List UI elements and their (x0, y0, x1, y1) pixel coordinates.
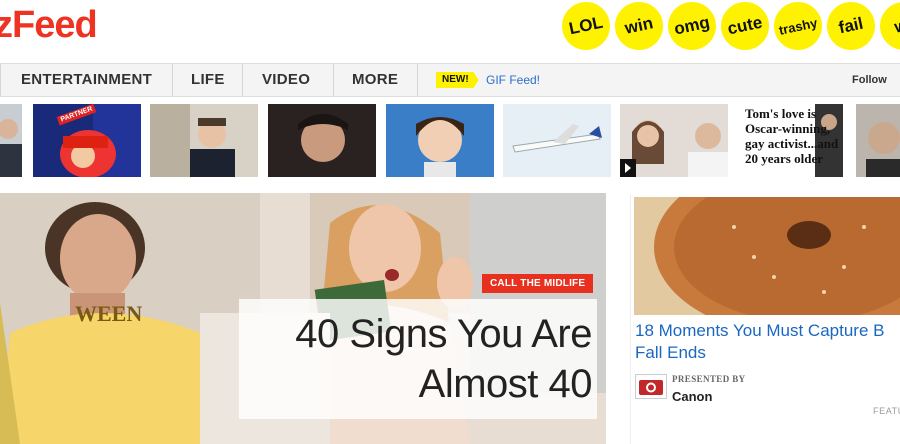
nav-item-life[interactable]: LIFE (191, 64, 225, 96)
nav-divider (417, 64, 418, 96)
sponsored-image[interactable] (634, 197, 900, 315)
site-header: zFeed LOL win omg cute trashy fail wt (0, 0, 900, 60)
donut-image (634, 197, 900, 315)
badge-cute[interactable]: cute (716, 0, 774, 55)
thumbnail-image (150, 104, 258, 177)
sponsored-title-line-1: 18 Moments You Must Capture B (635, 321, 885, 340)
badge-omg[interactable]: omg (663, 0, 721, 55)
thumbnail-8[interactable]: Tom's love is Oscar-winning, gay activis… (743, 104, 843, 177)
nav-item-video[interactable]: VIDEO (262, 64, 310, 96)
thumbnail-image (268, 104, 376, 177)
hero-title[interactable]: 40 Signs You Are Almost 40 (256, 309, 592, 409)
badge-lol[interactable]: LOL (557, 0, 615, 55)
nav-divider (242, 64, 243, 96)
thumbnail-image (386, 104, 494, 177)
shirt-text: WEEN (75, 301, 143, 326)
badge-trashy[interactable]: trashy (769, 0, 827, 55)
thumbnail-headline: Tom's love is Oscar-winning, gay activis… (745, 106, 839, 166)
sponsor-name[interactable]: Canon (672, 389, 712, 404)
thumbnail-strip: PARTNER Tom's love is Oscar-winning, gay… (0, 104, 900, 178)
thumbnail-image (620, 104, 728, 177)
nav-divider (0, 64, 1, 96)
new-badge: NEW! (436, 72, 479, 88)
nav-divider (172, 64, 173, 96)
reaction-badges: LOL win omg cute trashy fail wt (557, 0, 900, 55)
thumbnail-1[interactable] (0, 104, 22, 177)
sponsored-title[interactable]: 18 Moments You Must Capture B Fall Ends (635, 320, 900, 364)
page: zFeed LOL win omg cute trashy fail wt EN… (0, 0, 900, 444)
follow-button[interactable]: Follow (852, 64, 887, 96)
thumbnail-image (503, 104, 611, 177)
sponsored-title-line-2: Fall Ends (635, 343, 706, 362)
site-logo[interactable]: zFeed (0, 4, 98, 47)
nav-item-more[interactable]: MORE (352, 64, 398, 96)
badge-fail[interactable]: fail (822, 0, 880, 55)
thumbnail-image (856, 104, 900, 177)
gif-feed-link[interactable]: GIF Feed! (486, 64, 540, 96)
nav-divider (333, 64, 334, 96)
badge-win[interactable]: win (610, 0, 668, 55)
hero-category-tag[interactable]: CALL THE MIDLIFE (482, 274, 594, 293)
camera-icon (639, 380, 663, 395)
thumbnail-2[interactable]: PARTNER (33, 104, 141, 177)
thumbnail-9[interactable] (856, 104, 900, 177)
featured-label: FEATU (873, 406, 900, 416)
thumbnail-3[interactable] (150, 104, 258, 177)
main-nav: ENTERTAINMENT LIFE VIDEO MORE NEW! GIF F… (0, 63, 900, 97)
thumbnail-7[interactable] (620, 104, 728, 177)
presented-by-label: PRESENTED BY (672, 374, 746, 384)
sponsor-logo[interactable] (635, 374, 667, 399)
thumbnail-5[interactable] (386, 104, 494, 177)
thumbnail-6[interactable] (503, 104, 611, 177)
badge-wtf[interactable]: wt (875, 0, 900, 55)
thumbnail-image (0, 104, 22, 177)
thumbnail-4[interactable] (268, 104, 376, 177)
nav-item-entertainment[interactable]: ENTERTAINMENT (21, 64, 152, 96)
